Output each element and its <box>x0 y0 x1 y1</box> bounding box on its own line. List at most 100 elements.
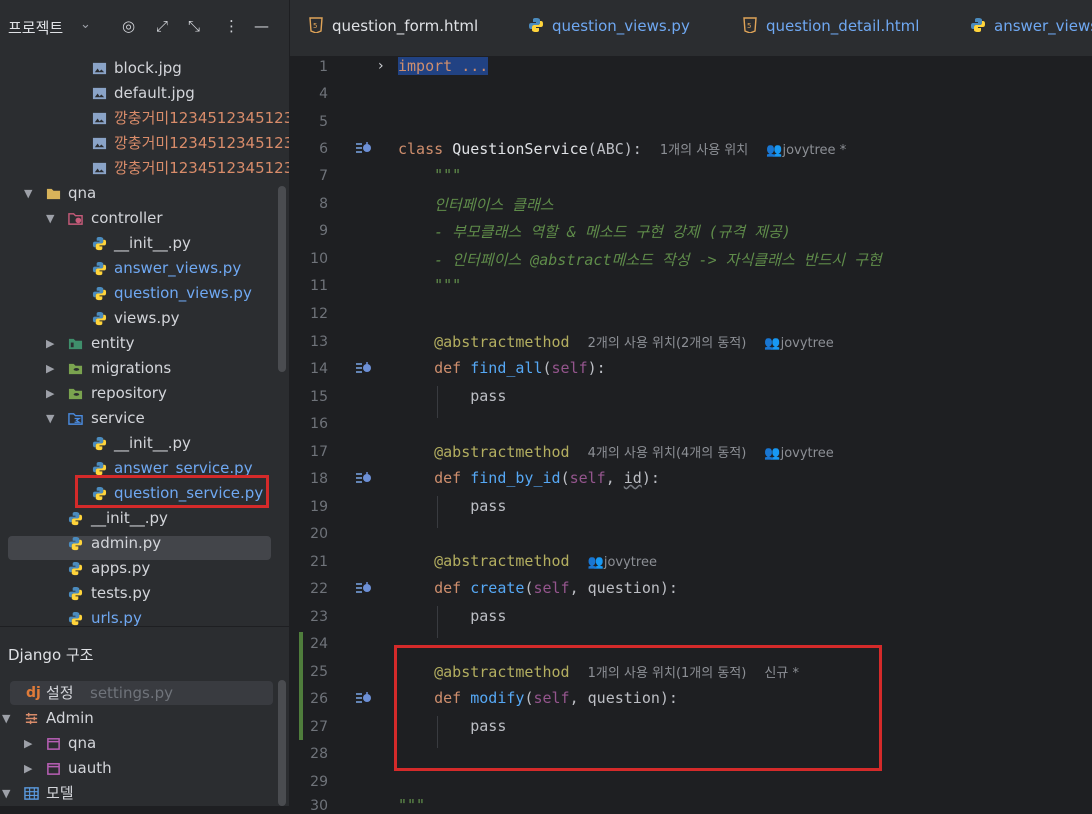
tab-answer-views[interactable]: answer_views <box>970 17 1092 35</box>
code-line-13: @abstractmethod 2개의 사용 위치(2개의 동적) 👥jovyt… <box>398 332 834 351</box>
tree-item-label: service <box>91 409 145 427</box>
python-icon <box>92 436 107 451</box>
line-number: 8 <box>319 196 328 212</box>
chevron-down-icon[interactable]: ▼ <box>46 406 54 431</box>
image-icon <box>92 162 107 175</box>
tree-item-folder[interactable]: ▶ migrations <box>0 356 289 381</box>
pass-statement: pass <box>470 387 507 405</box>
chevron-down-icon[interactable]: ▼ <box>24 181 32 206</box>
docstring: 인터페이스 클래스 <box>434 196 554 214</box>
tree-item-file[interactable]: urls.py <box>0 606 289 626</box>
tab-question-detail[interactable]: 5 question_detail.html <box>742 17 919 35</box>
django-scrollbar[interactable] <box>278 680 286 806</box>
tree-scrollbar[interactable] <box>278 186 286 372</box>
usage-hint[interactable]: 2개의 사용 위치(2개의 동적) <box>588 336 747 351</box>
line-number: 19 <box>310 499 328 515</box>
chevron-down-icon[interactable]: ▼ <box>46 206 54 231</box>
fold-arrow-icon[interactable]: › <box>378 58 384 74</box>
implemented-icon[interactable] <box>354 140 372 156</box>
image-icon <box>92 112 107 125</box>
panel-divider[interactable] <box>0 626 289 627</box>
tree-item-file[interactable]: default.jpg <box>0 81 289 106</box>
more-icon[interactable]: ⋮ <box>224 17 239 35</box>
tree-item-label: admin.py <box>91 534 162 552</box>
django-item-uauth[interactable]: ▶ uauth <box>0 756 289 781</box>
tree-item-file[interactable]: 깡충거미12345123451234512 <box>0 156 289 181</box>
tree-item-label: entity <box>91 334 135 352</box>
image-icon <box>92 62 107 75</box>
expand-icon[interactable]: ⤢ <box>156 17 168 35</box>
author-hint[interactable]: jovytree <box>781 336 834 351</box>
python-icon <box>92 311 107 326</box>
tree-item-file[interactable]: block.jpg <box>0 56 289 81</box>
author-hint[interactable]: jovytree <box>604 555 657 570</box>
tree-item-file[interactable]: 깡충거미12345123451234512 <box>0 131 289 156</box>
target-icon[interactable]: ◎ <box>122 17 135 35</box>
tree-item-folder[interactable]: ▼ qna <box>0 181 289 206</box>
chevron-right-icon[interactable]: ▶ <box>24 756 32 781</box>
param: id <box>623 469 642 487</box>
line-number: 16 <box>310 416 328 432</box>
implemented-icon[interactable] <box>354 470 372 486</box>
function-name: create <box>470 579 525 597</box>
django-item-label: qna <box>68 734 97 752</box>
person-icon: 👥 <box>764 336 781 351</box>
author-hint[interactable]: jovytree * <box>782 143 846 158</box>
tree-item-file[interactable]: admin.py <box>0 531 289 556</box>
line-number: 24 <box>310 636 328 652</box>
line-number: 29 <box>310 774 328 790</box>
tree-item-folder[interactable]: ▼ controller <box>0 206 289 231</box>
chevron-down-icon[interactable]: ▼ <box>2 706 10 731</box>
docstring: - 부모클래스 역할 & 메소드 구현 강제 (규격 제공) <box>434 223 791 241</box>
chevron-right-icon[interactable]: ▶ <box>46 331 54 356</box>
tree-item-label: views.py <box>114 309 180 327</box>
collapse-icon[interactable]: ⤡ <box>188 17 200 35</box>
highlight-box <box>75 475 269 508</box>
line-number: 30 <box>310 798 328 814</box>
tab-question-form[interactable]: 5 question_form.html <box>308 17 478 35</box>
python-icon <box>92 261 107 276</box>
chevron-right-icon[interactable]: ▶ <box>46 381 54 406</box>
implemented-icon[interactable] <box>354 360 372 376</box>
tree-item-file[interactable]: __init__.py <box>0 431 289 456</box>
python-icon <box>529 18 543 32</box>
project-title[interactable]: 프로젝트 <box>8 17 63 38</box>
database-folder-icon <box>68 388 83 400</box>
django-item-models[interactable]: ▼ 모델 <box>0 781 289 806</box>
implemented-icon[interactable] <box>354 580 372 596</box>
django-item-qna[interactable]: ▶ qna <box>0 731 289 756</box>
hide-icon[interactable]: — <box>254 17 269 35</box>
tree-item-file[interactable]: 깡충거미12345123451234512 <box>0 106 289 131</box>
import-fold[interactable]: import ... <box>398 57 489 75</box>
implemented-icon[interactable] <box>354 690 372 706</box>
tree-item-file[interactable]: answer_views.py <box>0 256 289 281</box>
code-line-14: def find_all(self): <box>434 359 606 377</box>
django-item-label: 모델 <box>46 784 74 802</box>
keyword: class <box>398 140 444 158</box>
django-item-settings[interactable]: dj 설정 settings.py <box>0 681 289 706</box>
tab-question-views[interactable]: question_views.py <box>528 17 690 35</box>
tree-item-file[interactable]: __init__.py <box>0 231 289 256</box>
usage-hint[interactable]: 1개의 사용 위치 <box>660 143 748 158</box>
tree-item-folder[interactable]: ▶ repository <box>0 381 289 406</box>
tree-item-folder[interactable]: ▶ entity <box>0 331 289 356</box>
django-item-label: uauth <box>68 759 112 777</box>
chevron-right-icon[interactable]: ▶ <box>24 731 32 756</box>
author-hint[interactable]: jovytree <box>781 446 834 461</box>
chevron-down-icon[interactable]: ▼ <box>2 781 10 806</box>
tree-item-file[interactable]: tests.py <box>0 581 289 606</box>
usage-hint[interactable]: 4개의 사용 위치(4개의 동적) <box>588 446 747 461</box>
keyword: def <box>434 469 462 487</box>
tree-item-file[interactable]: views.py <box>0 306 289 331</box>
tree-item-file[interactable]: apps.py <box>0 556 289 581</box>
html-icon: 5 <box>309 17 323 33</box>
tree-item-file[interactable]: __init__.py <box>0 506 289 531</box>
line-number: 18 <box>310 471 328 487</box>
tree-item-folder[interactable]: ▼ service <box>0 406 289 431</box>
image-icon <box>92 87 107 100</box>
django-item-admin[interactable]: ▼ Admin <box>0 706 289 731</box>
chevron-down-icon[interactable]: ⌄ <box>80 17 91 32</box>
tree-item-file[interactable]: question_views.py <box>0 281 289 306</box>
chevron-right-icon[interactable]: ▶ <box>46 356 54 381</box>
vcs-change-marker[interactable] <box>299 632 303 740</box>
